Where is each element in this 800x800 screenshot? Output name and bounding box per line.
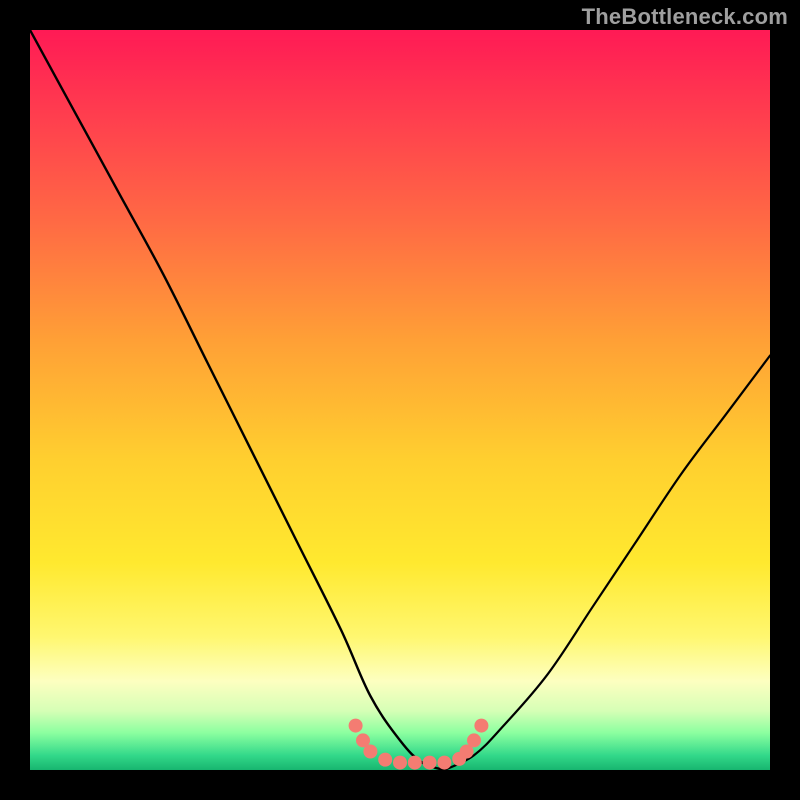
chart-plot-area: [30, 30, 770, 770]
series-bottleneck-curve-left: [30, 30, 444, 770]
highlight-marker: [349, 719, 363, 733]
highlight-marker: [423, 756, 437, 770]
chart-frame: TheBottleneck.com: [0, 0, 800, 800]
highlight-marker: [363, 745, 377, 759]
chart-svg: [30, 30, 770, 770]
highlight-marker: [474, 719, 488, 733]
watermark-text: TheBottleneck.com: [582, 4, 788, 30]
highlight-marker: [408, 756, 422, 770]
highlight-marker: [378, 753, 392, 767]
highlight-markers: [349, 719, 489, 770]
series-bottleneck-curve-right: [444, 356, 770, 770]
highlight-marker: [437, 756, 451, 770]
highlight-marker: [467, 733, 481, 747]
highlight-marker: [393, 756, 407, 770]
